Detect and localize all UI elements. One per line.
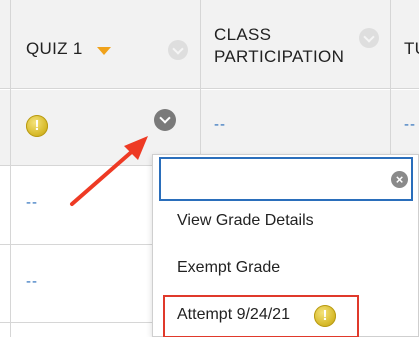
exclamation-icon: ! xyxy=(314,305,336,327)
cell-menu-chevron-icon[interactable] xyxy=(154,109,176,131)
menu-item-exempt-grade[interactable]: Exempt Grade xyxy=(177,259,280,277)
grade-cell-value[interactable]: -- xyxy=(214,116,226,133)
column-header-partial[interactable]: TU xyxy=(404,38,419,60)
grade-cell-value[interactable]: -- xyxy=(26,273,38,290)
column-header-class-participation[interactable]: CLASS PARTICIPATION xyxy=(214,24,364,68)
exclamation-icon: ! xyxy=(26,115,48,137)
grade-cell-value[interactable]: -- xyxy=(26,194,38,211)
grid-left-border xyxy=(10,0,11,337)
column-menu-chevron-icon[interactable] xyxy=(168,40,188,60)
clear-icon[interactable]: × xyxy=(391,171,408,188)
grade-cell-value[interactable]: -- xyxy=(404,116,416,133)
sort-descending-icon[interactable] xyxy=(97,47,111,55)
menu-item-view-grade-details[interactable]: View Grade Details xyxy=(177,212,314,230)
cell-context-menu: × View Grade Details Exempt Grade Attemp… xyxy=(152,154,419,337)
column-menu-chevron-icon[interactable] xyxy=(359,28,379,48)
column-header-quiz-1[interactable]: QUIZ 1 xyxy=(26,38,83,60)
menu-item-attempt[interactable]: Attempt 9/24/21 xyxy=(177,306,290,324)
grade-center-view: QUIZ 1 CLASS PARTICIPATION TU ! -- -- --… xyxy=(0,0,419,337)
menu-search-input[interactable] xyxy=(159,157,413,201)
